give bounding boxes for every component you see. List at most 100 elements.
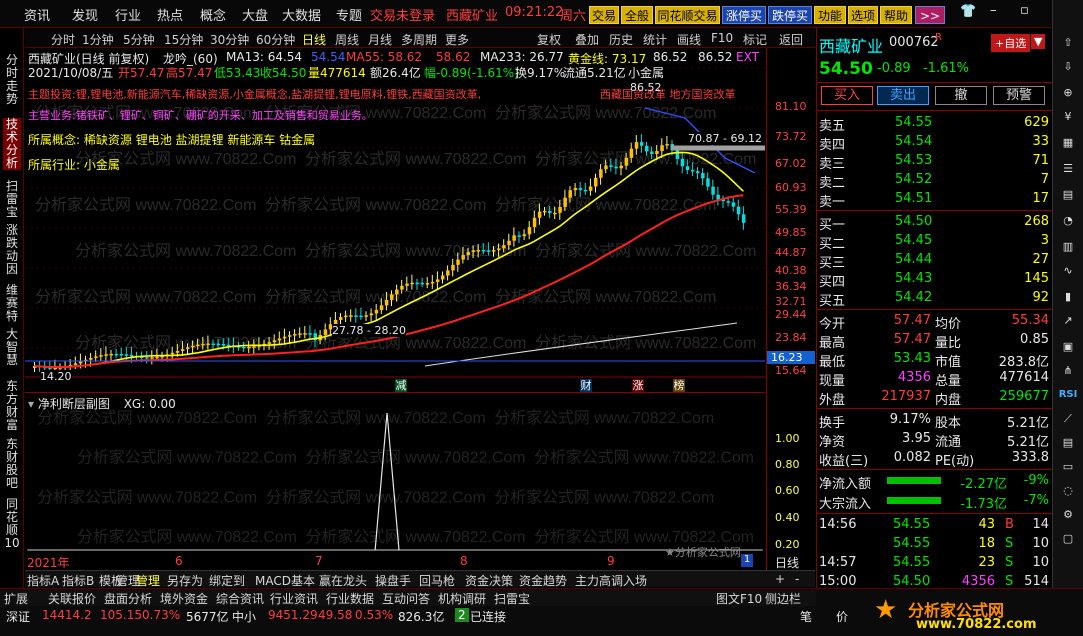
trade-status[interactable]: 交易未登录	[370, 5, 435, 24]
period-1min[interactable]: 1分钟	[82, 31, 114, 48]
grid-icon[interactable]: ▦	[1057, 134, 1079, 152]
toolbar-draw[interactable]: 画线	[677, 31, 701, 48]
period-15min[interactable]: 15分钟	[164, 31, 203, 48]
footer-sidebar[interactable]: 侧边栏	[765, 590, 801, 607]
cancel-button[interactable]: 撤	[935, 86, 987, 105]
sub-indicator-chart[interactable]: 分析家公式网 www.70822.Com 分析家公式网 www.70822.Com…	[25, 392, 765, 552]
period-timeshare[interactable]: 分时	[51, 31, 75, 48]
arrow-up-icon[interactable]: ⇧	[1057, 34, 1079, 52]
trend-icon[interactable]: ↗	[1057, 312, 1079, 330]
sidebar-item-timeshare[interactable]: 分时走势	[3, 54, 21, 106]
menu-item-hot[interactable]: 热点	[157, 5, 183, 24]
footer-price[interactable]: 价	[836, 608, 848, 625]
trade-button[interactable]: 交易	[589, 6, 619, 24]
full-button[interactable]: 全般	[621, 6, 653, 24]
footer-foreign[interactable]: 境外资金	[160, 590, 208, 607]
sidebar-item-mine[interactable]: 扫雷宝	[3, 180, 21, 219]
footer-expand[interactable]: 扩展	[4, 590, 28, 607]
chevron-down-icon[interactable]: ▼	[1031, 34, 1046, 49]
candle-icon[interactable]: ▥	[1057, 238, 1079, 256]
cycle-label[interactable]: 日线	[775, 554, 799, 571]
tab-save-as[interactable]: 另存为	[167, 572, 203, 589]
period-multi[interactable]: 多周期	[401, 31, 437, 48]
footer-pen[interactable]: 笔	[800, 608, 812, 625]
chat-icon[interactable]: ◌	[1057, 482, 1079, 500]
period-30min[interactable]: 30分钟	[210, 31, 249, 48]
period-more[interactable]: 更多	[445, 31, 469, 48]
marker-rise[interactable]: 涨	[632, 379, 644, 392]
tab-macd[interactable]: MACD基本	[255, 572, 315, 589]
toolbar-f10[interactable]: F10	[711, 31, 733, 45]
limit-down-buy-button[interactable]: 跌停买	[768, 6, 812, 24]
fund-icon[interactable]: ¥	[1057, 108, 1079, 126]
line-icon[interactable]: ⟋	[1057, 410, 1079, 428]
sidebar-item-tech[interactable]: 技术分析	[3, 118, 21, 170]
period-daily[interactable]: 日线	[302, 31, 326, 48]
toolbar-restore-right[interactable]: 复权	[537, 31, 561, 48]
tab-fund-decision[interactable]: 资金决策	[465, 572, 513, 589]
menu-item-concept[interactable]: 概念	[200, 5, 226, 24]
shirt-icon[interactable]: 👕	[960, 4, 976, 19]
arrow-down-icon[interactable]: ⇩	[1057, 58, 1079, 76]
tab-pullback[interactable]: 回马枪	[419, 572, 455, 589]
minimize-icon[interactable]: –	[990, 3, 997, 18]
list-icon[interactable]: ☰	[1057, 160, 1079, 178]
chart-icon[interactable]: ▤	[1057, 186, 1079, 204]
period-60min[interactable]: 60分钟	[256, 31, 295, 48]
footer-research[interactable]: 机构调研	[438, 590, 486, 607]
toolbar-stats[interactable]: 统计	[643, 31, 667, 48]
sidebar-item-eastmoney[interactable]: 东方财富	[3, 380, 21, 432]
footer-qa[interactable]: 互动问答	[382, 590, 430, 607]
fork-icon[interactable]: ⋔	[1057, 362, 1079, 380]
pie-icon[interactable]: ◔	[1057, 212, 1079, 230]
sidebar-item-reason[interactable]: 涨跌动因	[3, 224, 21, 276]
zx-label[interactable]: 中小	[232, 608, 256, 625]
toolbar-mark[interactable]: 标记	[743, 31, 767, 48]
marker-finance[interactable]: 财	[580, 379, 592, 392]
toolbar-history[interactable]: 历史	[609, 31, 633, 48]
tab-main-force[interactable]: 主力高调入场	[575, 572, 647, 589]
sidebar-item-ths10[interactable]: 同花顺10	[3, 498, 21, 550]
menu-item-news[interactable]: 资讯	[24, 5, 50, 24]
settings-icon[interactable]: ⚙	[1057, 506, 1079, 524]
menu-item-market[interactable]: 大盘	[242, 5, 268, 24]
footer-analysis[interactable]: 盘面分析	[104, 590, 152, 607]
ths-trade-button[interactable]: 同花顺交易	[655, 6, 720, 24]
table-icon[interactable]: ▣	[1057, 338, 1079, 356]
zoom-in-icon[interactable]: +	[775, 572, 785, 586]
footer-f10[interactable]: 图文F10	[716, 590, 762, 607]
sub-chart-settings-icon[interactable]: ▾	[28, 397, 34, 411]
function-button[interactable]: 功能	[814, 6, 846, 24]
rsi-icon[interactable]: RSI	[1057, 386, 1079, 404]
toolbar-overlay[interactable]: 叠加	[575, 31, 599, 48]
menu-item-discover[interactable]: 发现	[72, 5, 98, 24]
tab-trader[interactable]: 操盘手	[375, 572, 411, 589]
toolbar-back[interactable]: 返回	[779, 31, 803, 48]
book-icon[interactable]: ▭	[1057, 458, 1079, 476]
period-monthly[interactable]: 月线	[368, 31, 392, 48]
footer-ind-data[interactable]: 行业数据	[326, 590, 374, 607]
sz-label[interactable]: 深证	[6, 608, 30, 625]
buy-button[interactable]: 买入	[821, 86, 873, 105]
tab-manage[interactable]: 管理	[136, 572, 160, 589]
marker-list[interactable]: 榜	[673, 379, 685, 392]
zoom-out-icon[interactable]: -	[795, 572, 799, 586]
more-menu-button[interactable]: >>	[915, 6, 945, 24]
menu-item-topic[interactable]: 专题	[336, 5, 362, 24]
footer-ind-news[interactable]: 行业资讯	[270, 590, 318, 607]
sidebar-item-wst[interactable]: 维赛特	[3, 284, 21, 323]
tab-fund-trend[interactable]: 资金趋势	[519, 572, 567, 589]
sidebar-item-guba[interactable]: 东财股吧	[3, 438, 21, 490]
footer-mine[interactable]: 扫雷宝	[494, 590, 530, 607]
menu-item-industry[interactable]: 行业	[115, 5, 141, 24]
marker-reduce[interactable]: 减	[395, 379, 407, 392]
calendar-icon[interactable]: ▤	[1057, 434, 1079, 452]
footer-related[interactable]: 关联报价	[48, 590, 96, 607]
help-button[interactable]: 帮助	[880, 6, 912, 24]
add-watchlist-button[interactable]: +自选	[991, 34, 1031, 52]
wave-icon[interactable]: ∿	[1057, 262, 1079, 280]
tab-leader[interactable]: 赢在龙头	[319, 572, 367, 589]
tab-indicator-b[interactable]: 指标B	[62, 572, 94, 589]
limit-up-buy-button[interactable]: 涨停买	[722, 6, 766, 24]
alert-button[interactable]: 预警	[993, 86, 1045, 105]
